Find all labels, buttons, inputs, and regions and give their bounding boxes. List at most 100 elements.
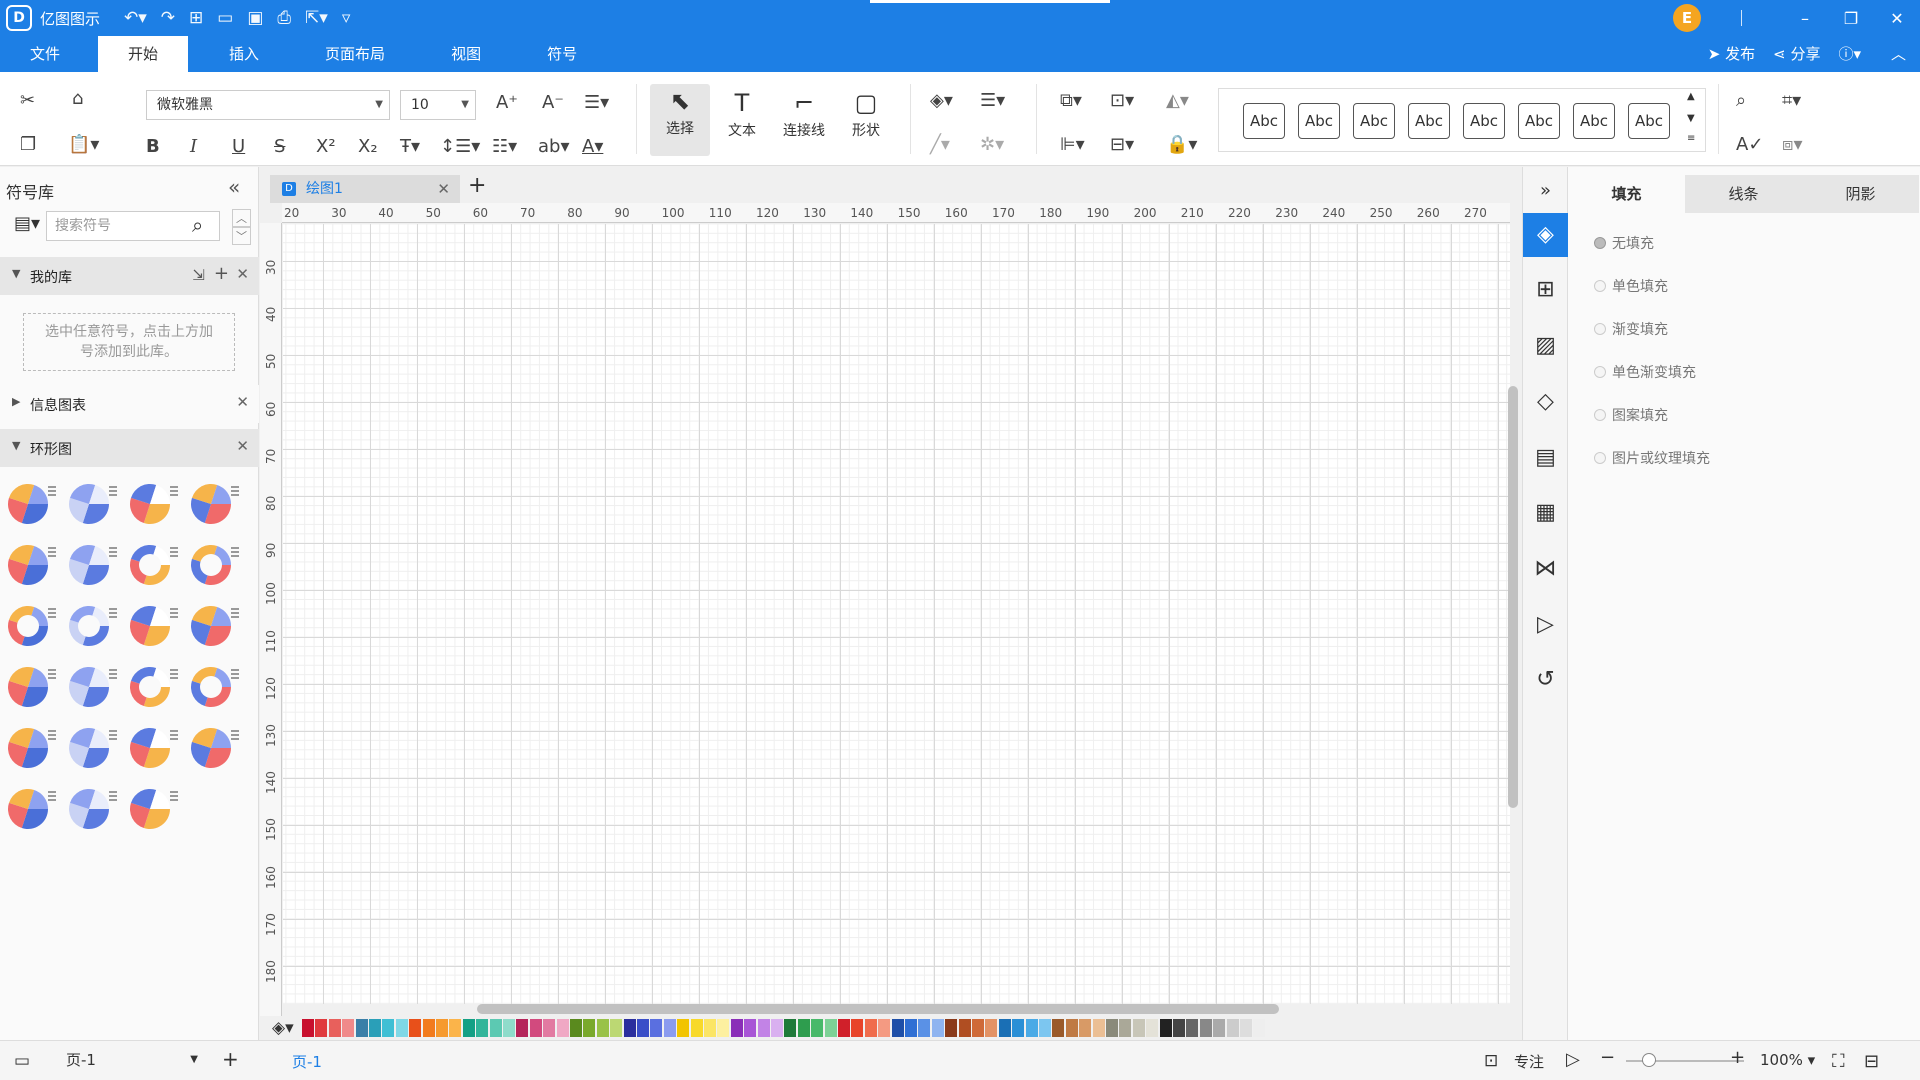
gallery-more-icon[interactable]: ≡	[1687, 133, 1695, 144]
donut-chart-symbol[interactable]	[189, 480, 241, 528]
replace-shape-icon[interactable]: ⧈▾	[1782, 134, 1802, 155]
fill-option-none[interactable]: 无填充	[1594, 233, 1654, 253]
style-sample[interactable]: Abc	[1408, 103, 1450, 139]
donut-chart-symbol[interactable]	[67, 541, 119, 589]
history-icon[interactable]: ↺	[1523, 658, 1568, 702]
color-swatch[interactable]	[409, 1019, 422, 1037]
color-swatch[interactable]	[476, 1019, 489, 1037]
presentation-icon[interactable]: ▷	[1523, 603, 1568, 647]
color-swatch[interactable]	[1240, 1019, 1252, 1037]
color-swatch[interactable]	[529, 1019, 542, 1037]
menu-page-layout[interactable]: 页面布局	[292, 36, 418, 72]
add-page-icon[interactable]: +	[222, 1047, 239, 1071]
color-swatch[interactable]	[489, 1019, 502, 1037]
zoom-slider-thumb[interactable]	[1642, 1053, 1656, 1067]
fullscreen-icon[interactable]: ⊟	[1864, 1051, 1879, 1072]
color-swatch[interactable]	[503, 1019, 515, 1037]
style-sample[interactable]: Abc	[1573, 103, 1615, 139]
donut-chart-symbol[interactable]	[67, 480, 119, 528]
select-tool-button[interactable]: ⬉ 选择	[650, 84, 710, 156]
zoom-out-icon[interactable]: −	[1600, 1047, 1615, 1068]
bold-icon[interactable]: B	[146, 136, 160, 157]
zoom-level[interactable]: 100% ▾	[1760, 1051, 1815, 1069]
align-icon[interactable]: ☰▾	[584, 92, 609, 113]
donut-chart-symbol[interactable]	[67, 663, 119, 711]
focus-mode-icon[interactable]: ⊡	[1484, 1051, 1498, 1071]
mindmap-icon[interactable]: ⋈	[1523, 547, 1568, 591]
donut-chart-symbol[interactable]	[128, 602, 180, 650]
close-icon[interactable]: ✕	[236, 437, 249, 455]
drawing-canvas[interactable]	[283, 224, 1510, 1004]
color-swatch[interactable]	[1253, 1019, 1266, 1037]
search-icon[interactable]: ⌕	[192, 213, 203, 237]
color-swatch[interactable]	[436, 1019, 448, 1037]
increase-font-icon[interactable]: A⁺	[496, 92, 518, 113]
donut-chart-symbol[interactable]	[67, 602, 119, 650]
fit-page-icon[interactable]: ⛶	[1832, 1051, 1845, 1072]
color-swatch[interactable]	[1012, 1019, 1025, 1037]
close-icon[interactable]: ✕	[1874, 9, 1920, 28]
close-icon[interactable]: ✕	[236, 393, 249, 411]
library-menu-icon[interactable]: ▤▾	[14, 213, 40, 234]
color-swatch[interactable]	[382, 1019, 395, 1037]
donut-chart-symbol[interactable]	[128, 663, 180, 711]
color-swatch[interactable]	[583, 1019, 596, 1037]
collapse-ribbon-icon[interactable]: ︿	[1891, 36, 1906, 72]
color-swatch[interactable]	[771, 1019, 783, 1037]
donut-chart-symbol[interactable]	[6, 724, 58, 772]
donut-chart-symbol[interactable]	[189, 663, 241, 711]
color-swatch[interactable]	[931, 1019, 944, 1037]
color-swatch[interactable]	[1213, 1019, 1226, 1037]
donut-chart-symbol[interactable]	[128, 785, 180, 833]
donut-chart-symbol[interactable]	[189, 541, 241, 589]
style-sample[interactable]: Abc	[1518, 103, 1560, 139]
gallery-down-icon[interactable]: ▼	[1687, 113, 1695, 124]
restore-icon[interactable]: ❐	[1828, 9, 1874, 28]
color-swatch[interactable]	[1173, 1019, 1185, 1037]
color-swatch[interactable]	[838, 1019, 850, 1037]
underline-icon[interactable]: U	[232, 136, 245, 157]
publish-button[interactable]: ➤ 发布	[1708, 36, 1755, 72]
fill-option-gradient[interactable]: 渐变填充	[1594, 319, 1668, 339]
page-tab[interactable]: 页-1	[292, 1051, 322, 1072]
close-tab-icon[interactable]: ✕	[437, 175, 450, 203]
fill-color-icon[interactable]: ◈▾	[930, 90, 953, 111]
fill-icon[interactable]: ◈	[1523, 213, 1568, 257]
color-swatch[interactable]	[690, 1019, 703, 1037]
expand-panel-icon[interactable]: »	[1523, 169, 1568, 213]
color-swatch[interactable]	[1092, 1019, 1105, 1037]
donut-chart-symbol[interactable]	[128, 541, 180, 589]
user-avatar[interactable]: E	[1673, 4, 1701, 32]
minimize-icon[interactable]: –	[1782, 9, 1828, 28]
tab-line[interactable]: 线条	[1685, 175, 1802, 213]
color-swatch[interactable]	[543, 1019, 556, 1037]
shape-tool-button[interactable]: ▢ 形状	[836, 86, 896, 140]
fill-bucket-icon[interactable]: ◈▾	[272, 1018, 294, 1038]
color-swatch[interactable]	[878, 1019, 891, 1037]
color-swatch[interactable]	[422, 1019, 435, 1037]
open-folder-icon[interactable]: ▭	[217, 8, 233, 28]
lock-icon[interactable]: 🔒▾	[1166, 134, 1197, 155]
donut-chart-symbol[interactable]	[67, 724, 119, 772]
section-my-library[interactable]: ▼ 我的库 ⇲ + ✕	[0, 257, 259, 295]
donut-chart-symbol[interactable]	[6, 663, 58, 711]
color-swatch[interactable]	[650, 1019, 663, 1037]
donut-chart-symbol[interactable]	[6, 480, 58, 528]
crop-icon[interactable]: ⌗▾	[1782, 90, 1801, 111]
page-icon[interactable]: ▤	[1523, 436, 1568, 480]
color-swatch[interactable]	[958, 1019, 971, 1037]
color-swatch[interactable]	[342, 1019, 355, 1037]
donut-chart-symbol[interactable]	[6, 602, 58, 650]
donut-chart-symbol[interactable]	[128, 724, 180, 772]
gallery-up-icon[interactable]: ▲	[1687, 91, 1695, 102]
color-swatch[interactable]	[1065, 1019, 1078, 1037]
color-swatch[interactable]	[1025, 1019, 1038, 1037]
style-sample[interactable]: Abc	[1628, 103, 1670, 139]
color-swatch[interactable]	[302, 1019, 314, 1037]
focus-mode-label[interactable]: 专注	[1514, 1051, 1544, 1072]
scroll-down-icon[interactable]: ﹀	[232, 227, 251, 245]
color-swatch[interactable]	[851, 1019, 864, 1037]
donut-chart-symbol[interactable]	[189, 602, 241, 650]
color-swatch[interactable]	[1052, 1019, 1065, 1037]
customize-toolbar-icon[interactable]: ▿	[342, 8, 351, 28]
